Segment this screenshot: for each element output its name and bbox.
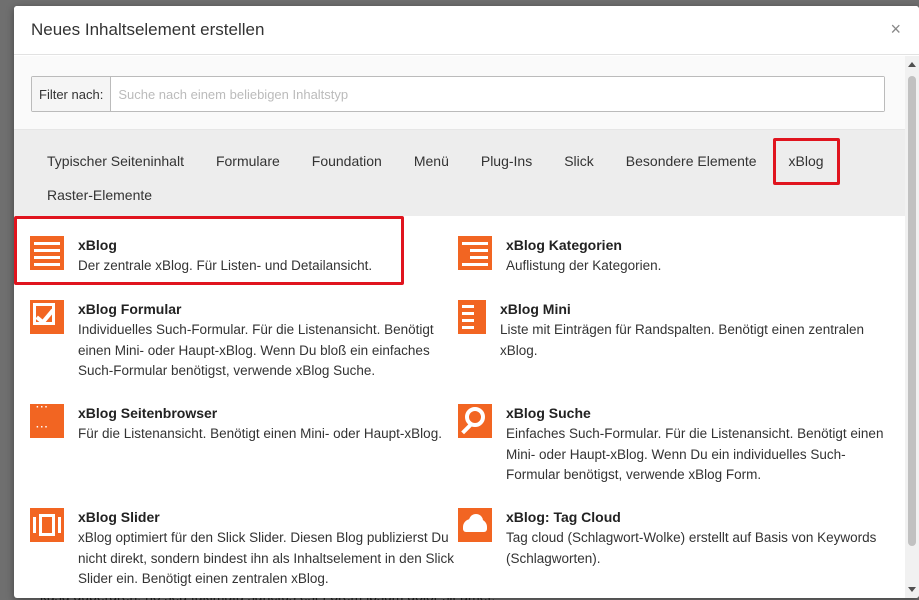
item-title: xBlog Suche bbox=[506, 405, 591, 421]
scroll-down-arrow-icon[interactable] bbox=[908, 587, 916, 592]
list-item-xblog-kategorien[interactable]: xBlog Kategorien Auflistung der Kategori… bbox=[458, 236, 886, 277]
tab-typischer-seiteninhalt[interactable]: Typischer Seiteninhalt bbox=[31, 144, 200, 178]
item-description: Für die Listenansicht. Benötigt einen Mi… bbox=[78, 426, 442, 441]
item-title: xBlog Kategorien bbox=[506, 237, 622, 253]
item-title: xBlog: Tag Cloud bbox=[506, 509, 621, 525]
list-item-xblog-mini[interactable]: xBlog Mini Liste mit Einträgen für Rands… bbox=[458, 300, 880, 361]
item-description: Auflistung der Kategorien. bbox=[506, 258, 662, 273]
scroll-up-arrow-icon[interactable] bbox=[908, 62, 916, 67]
modal-header: Neues Inhaltselement erstellen × bbox=[14, 6, 919, 55]
item-description: Einfaches Such-Formular. Für die Listena… bbox=[506, 426, 884, 482]
item-description: Individuelles Such-Formular. Für die Lis… bbox=[78, 322, 434, 378]
close-button[interactable]: × bbox=[890, 20, 901, 38]
filter-label: Filter nach: bbox=[32, 77, 112, 111]
tab-slick[interactable]: Slick bbox=[548, 144, 610, 178]
filter-input[interactable] bbox=[111, 77, 884, 111]
list-item-xblog-slider[interactable]: xBlog Slider xBlog optimiert für den Sli… bbox=[30, 508, 458, 590]
scroll-thumb[interactable] bbox=[908, 76, 916, 546]
list-item-xblog-formular[interactable]: xBlog Formular Individuelles Such-Formul… bbox=[30, 300, 458, 382]
list-lines-icon bbox=[30, 236, 64, 270]
item-description: Tag cloud (Schlagwort-Wolke) erstellt au… bbox=[506, 530, 877, 566]
item-title: xBlog Formular bbox=[78, 301, 182, 317]
list-item-xblog-suche[interactable]: xBlog Suche Einfaches Such-Formular. Für… bbox=[458, 404, 886, 486]
cloud-icon bbox=[458, 508, 492, 542]
tab-menu[interactable]: Menü bbox=[398, 144, 465, 178]
item-title: xBlog Slider bbox=[78, 509, 160, 525]
list-item-xblog-tag-cloud[interactable]: xBlog: Tag Cloud Tag cloud (Schlagwort-W… bbox=[458, 508, 886, 569]
tab-plug-ins[interactable]: Plug-Ins bbox=[465, 144, 548, 178]
tab-raster-elemente[interactable]: Raster-Elemente bbox=[31, 178, 168, 212]
item-description: Liste mit Einträgen für Randspalten. Ben… bbox=[500, 322, 864, 358]
item-title: xBlog bbox=[78, 237, 117, 253]
item-description: xBlog optimiert für den Slick Slider. Di… bbox=[78, 530, 454, 586]
list-item-xblog[interactable]: xBlog Der zentrale xBlog. Für Listen- un… bbox=[30, 236, 458, 277]
new-content-element-dialog: Neues Inhaltselement erstellen × Filter … bbox=[14, 6, 919, 598]
tab-formulare[interactable]: Formulare bbox=[200, 144, 296, 178]
slider-icon bbox=[30, 508, 64, 542]
category-list-icon bbox=[458, 236, 492, 270]
mini-list-icon bbox=[458, 300, 486, 334]
modal-body: Filter nach: Typischer Seiteninhalt Form… bbox=[14, 56, 905, 598]
filter-bar: Filter nach: bbox=[14, 56, 905, 130]
item-description: Der zentrale xBlog. Für Listen- und Deta… bbox=[78, 258, 373, 273]
search-icon bbox=[458, 404, 492, 438]
form-check-icon bbox=[30, 300, 64, 334]
item-title: xBlog Seitenbrowser bbox=[78, 405, 218, 421]
scrollbar[interactable] bbox=[905, 56, 919, 598]
list-item-xblog-seitenbrowser[interactable]: ··· ··· xBlog Seitenbrowser Für die List… bbox=[30, 402, 458, 445]
tab-xblog[interactable]: xBlog bbox=[772, 138, 840, 185]
modal-title: Neues Inhaltselement erstellen bbox=[31, 20, 265, 39]
filter-group: Filter nach: bbox=[31, 76, 885, 112]
item-title: xBlog Mini bbox=[500, 301, 571, 317]
pagination-icon: ··· ··· bbox=[30, 402, 64, 438]
tab-foundation[interactable]: Foundation bbox=[296, 144, 398, 178]
tab-besondere-elemente[interactable]: Besondere Elemente bbox=[610, 144, 773, 178]
category-tabs: Typischer Seiteninhalt Formulare Foundat… bbox=[14, 130, 905, 216]
